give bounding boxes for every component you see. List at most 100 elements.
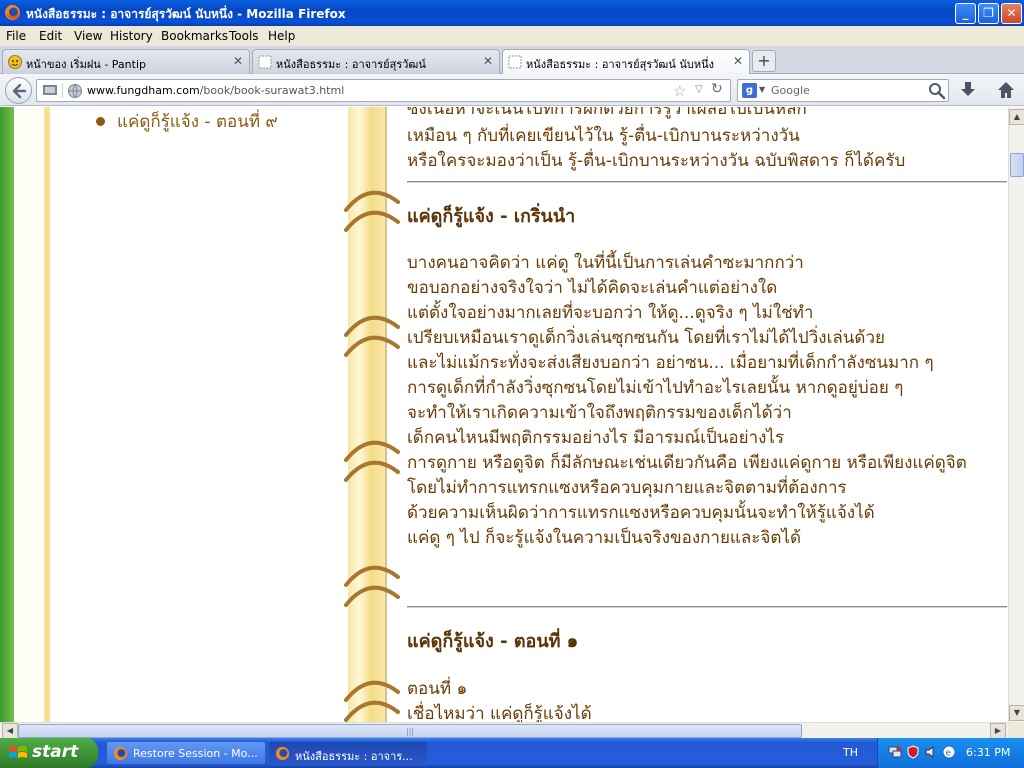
menu-view[interactable]: View: [74, 29, 102, 43]
paragraph-line: การดูเด็กที่กำลังวิ่งซุกซนโดยไม่เข้าไปทำ…: [407, 378, 904, 398]
section-heading-intro: แค่ดูก็รู้แจ้ง - เกริ่นนำ: [407, 206, 576, 227]
window-title-bar[interactable]: หนังสือธรรมะ : อาจารย์สุรวัฒน์ นับหนึ่ง …: [0, 0, 1024, 26]
windows-logo-icon: [9, 746, 27, 758]
language-indicator[interactable]: TH: [843, 746, 858, 759]
paragraph-line: โดยไม่ทำการแทรกแซงหรือควบคุมกายและจิตตาม…: [407, 478, 847, 498]
firefox-icon: [113, 746, 128, 761]
scroll-left-arrow-icon[interactable]: ◀: [2, 723, 18, 739]
security-shield-icon[interactable]: [906, 745, 920, 759]
home-icon[interactable]: [996, 80, 1016, 100]
paragraph-line: จะทำให้เราเกิดความเข้าใจถึงพฤติกรรมของเด…: [407, 403, 792, 423]
section-heading-chapter-1: แค่ดูก็รู้แจ้ง - ตอนที่ ๑: [407, 631, 579, 652]
horizontal-scrollbar[interactable]: ◀ ||| ▶: [0, 722, 1008, 739]
minimize-icon: _: [962, 6, 969, 20]
scroll-up-arrow-icon[interactable]: ▲: [1009, 109, 1024, 125]
window-title: หนังสือธรรมะ : อาจารย์สุรวัฒน์ นับหนึ่ง …: [26, 7, 346, 21]
paragraph-line: เด็กคนไหนมีพฤติกรรมอย่างไร มีอารมณ์เป็นอ…: [407, 428, 785, 448]
paragraph-line: หรือใครจะมองว่าเป็น รู้-ตื่น-เบิกบานระหว…: [407, 151, 906, 171]
speaker-icon[interactable]: [924, 745, 938, 759]
tab-close-icon[interactable]: ✕: [483, 54, 493, 68]
page-icon: [43, 85, 57, 95]
back-arrow-icon: [12, 83, 27, 99]
paragraph-line: ตอนที่ ๑: [407, 679, 468, 699]
paragraph-line: เปรียบเหมือนเราดูเด็กวิ่งเล่นซุกซนกัน โด…: [407, 328, 885, 348]
start-button[interactable]: start: [0, 738, 98, 768]
vertical-scroll-thumb[interactable]: [1010, 153, 1024, 177]
decorative-green-stripe: [0, 107, 14, 722]
binder-ring-icon: [344, 680, 400, 722]
close-icon: ✕: [1006, 6, 1017, 20]
url-text[interactable]: www.fungdham.com/book/book-surawat3.html: [87, 84, 344, 97]
menu-help[interactable]: Help: [268, 29, 295, 43]
blank-page-icon: [258, 55, 272, 69]
network-icon[interactable]: [888, 745, 902, 759]
menu-file[interactable]: File: [6, 29, 26, 43]
scroll-down-arrow-icon[interactable]: ▼: [1009, 705, 1024, 721]
paragraph-line: แต่ตั้งใจอย่างมากเลยที่จะบอกว่า ให้ดู...…: [407, 303, 814, 323]
section-divider: [407, 606, 1007, 608]
start-label: start: [32, 742, 79, 762]
tab-label: หนังสือธรรมะ : อาจารย์สุรวัฒน์ นับหนึ่ง: [526, 58, 715, 71]
url-path: /book/book-surawat3.html: [199, 84, 345, 97]
new-tab-button[interactable]: +: [752, 50, 776, 72]
ie-icon[interactable]: e: [942, 745, 956, 759]
tab-label: หนังสือธรรมะ : อาจารย์สุรวัฒน์: [276, 58, 426, 71]
taskbar-item-label: Restore Session - Mo...: [133, 747, 258, 760]
plus-icon: +: [757, 51, 771, 70]
engine-dropdown-icon[interactable]: ▼: [759, 85, 765, 94]
google-engine-icon[interactable]: g: [742, 83, 757, 98]
paragraph-line: ขอบอกอย่างจริงใจว่า ไม่ได้คิดจะเล่นคำแต่…: [407, 278, 778, 298]
binder-ring-icon: [344, 315, 400, 357]
navigation-toolbar: www.fungdham.com/book/book-surawat3.html…: [0, 74, 1024, 106]
system-clock[interactable]: 6:31 PM: [966, 746, 1010, 759]
close-button[interactable]: ✕: [1001, 3, 1022, 24]
menu-bookmarks[interactable]: Bookmarks: [161, 29, 228, 43]
search-icon[interactable]: [928, 82, 946, 100]
menu-edit[interactable]: Edit: [39, 29, 62, 43]
tab-close-icon[interactable]: ✕: [733, 54, 743, 68]
scrollbar-corner: [1008, 722, 1024, 738]
tab-book-surawat[interactable]: หนังสือธรรมะ : อาจารย์สุรวัฒน์ ✕: [252, 49, 500, 74]
blank-page-icon: [508, 55, 522, 69]
menu-tools[interactable]: Tools: [229, 29, 259, 43]
list-bullet-icon: [96, 117, 105, 126]
back-button[interactable]: [5, 77, 32, 104]
restore-button[interactable]: ❐: [978, 3, 999, 24]
bookmark-star-icon[interactable]: ☆: [673, 82, 686, 100]
left-margin: [14, 107, 44, 722]
site-identity-button[interactable]: [41, 83, 63, 98]
tab-pantip[interactable]: หน้าของ เริ่มฝน - Pantip ✕: [2, 49, 250, 74]
scroll-right-arrow-icon[interactable]: ▶: [990, 723, 1006, 739]
tab-book-surawat-active[interactable]: หนังสือธรรมะ : อาจารย์สุรวัฒน์ นับหนึ่ง …: [502, 49, 750, 75]
page-viewport: แค่ดูก็รู้แจ้ง - ตอนที่ ๙ ซึ่งเนื้อหาจะเ…: [0, 107, 1008, 722]
binder-ring-icon: [344, 190, 400, 232]
minimize-button[interactable]: _: [955, 3, 976, 24]
vertical-scrollbar[interactable]: ▲ ▼: [1008, 107, 1024, 722]
url-domain: www.fungdham.com: [87, 84, 200, 97]
search-placeholder: Google: [771, 84, 810, 97]
pantip-favicon-icon: [8, 55, 22, 69]
sidebar-link-chapter-9[interactable]: แค่ดูก็รู้แจ้ง - ตอนที่ ๙: [117, 108, 278, 135]
section-divider: [407, 181, 1007, 183]
history-dropdown-icon[interactable]: ▽: [695, 84, 703, 95]
url-bar[interactable]: www.fungdham.com/book/book-surawat3.html…: [36, 79, 731, 102]
binder-ring-icon: [344, 565, 400, 607]
menu-bar: File Edit View History Bookmarks Tools H…: [0, 26, 1024, 46]
binder-ring-icon: [344, 440, 400, 482]
paragraph-line: บางคนอาจคิดว่า แค่ดู ในที่นี้เป็นการเล่น…: [407, 253, 804, 273]
paragraph-line: และไม่แม้กระทั่งจะส่งเสียงบอกว่า อย่าซน.…: [407, 353, 934, 373]
scroll-grip-icon: |||: [406, 727, 415, 736]
taskbar-item-book-page[interactable]: หนังสือธรรมะ : อาจาร...: [268, 741, 428, 765]
paragraph-line: ด้วยความเห็นผิดว่าการแทรกแซงหรือควบคุมนั…: [407, 503, 875, 523]
tab-strip: หน้าของ เริ่มฝน - Pantip ✕ หนังสือธรรมะ …: [0, 46, 1024, 75]
menu-history[interactable]: History: [110, 29, 153, 43]
tab-label: หน้าของ เริ่มฝน - Pantip: [26, 58, 146, 71]
tab-close-icon[interactable]: ✕: [233, 54, 243, 68]
reload-icon[interactable]: ↻: [711, 81, 723, 97]
search-bar[interactable]: g ▼ Google: [737, 79, 949, 102]
download-icon[interactable]: [958, 81, 978, 99]
paragraph-line: การดูกาย หรือดูจิต ก็มีลักษณะเช่นเดียวกั…: [407, 453, 967, 473]
taskbar-item-restore-session[interactable]: Restore Session - Mo...: [106, 741, 266, 765]
firefox-icon: [275, 746, 290, 761]
firefox-icon: [5, 5, 20, 20]
